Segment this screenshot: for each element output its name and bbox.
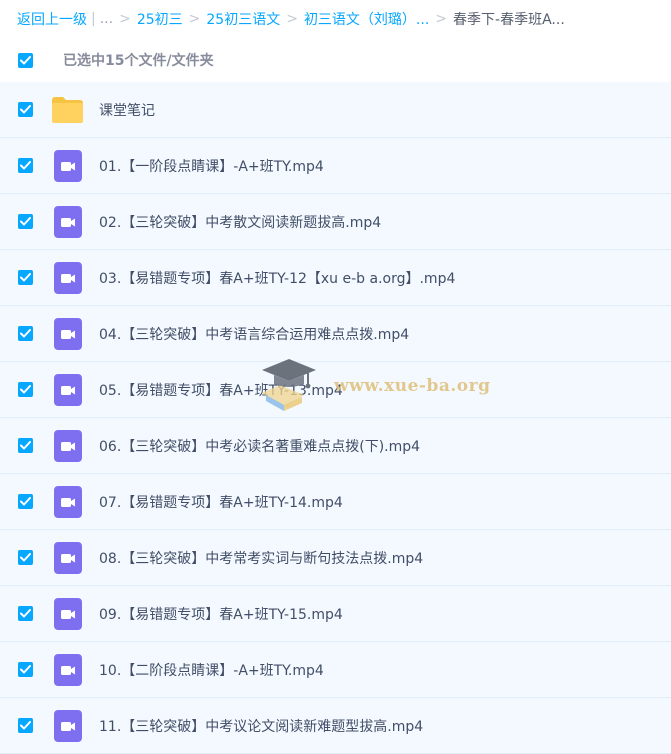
- video-icon: [51, 429, 84, 462]
- breadcrumb-divider: |: [91, 11, 96, 27]
- select-all-checkbox[interactable]: [18, 52, 33, 68]
- video-icon: [51, 541, 84, 574]
- video-icon: [51, 597, 84, 630]
- row-checkbox[interactable]: [18, 326, 33, 341]
- row-checkbox[interactable]: [18, 550, 33, 565]
- file-name: 07.【易错题专项】春A+班TY-14.mp4: [99, 494, 343, 511]
- check-icon: [20, 55, 31, 64]
- list-item-video[interactable]: 04.【三轮突破】中考语言综合运用难点点拨.mp4: [0, 306, 671, 362]
- file-list: 课堂笔记 01.【一阶段点睛课】-A+班TY.mp4 02.【三轮突破】中考散文…: [0, 82, 671, 754]
- check-icon: [20, 161, 31, 170]
- list-item-video[interactable]: 06.【三轮突破】中考必读名著重难点点拨(下).mp4: [0, 418, 671, 474]
- back-link[interactable]: 返回上一级: [17, 9, 87, 29]
- breadcrumb-ellipsis[interactable]: ...: [100, 11, 113, 27]
- file-name: 11.【三轮突破】中考议论文阅读新难题型拔高.mp4: [99, 718, 424, 735]
- file-name: 03.【易错题专项】春A+班TY-12【xu e-b a.org】.mp4: [99, 270, 456, 287]
- video-icon: [51, 653, 84, 686]
- check-icon: [20, 105, 31, 114]
- file-name: 06.【三轮突破】中考必读名著重难点点拨(下).mp4: [99, 438, 421, 455]
- file-name: 10.【二阶段点睛课】-A+班TY.mp4: [99, 662, 324, 679]
- row-checkbox[interactable]: [18, 158, 33, 173]
- breadcrumb-item-25-grade9-chinese[interactable]: 25初三语文: [206, 9, 280, 29]
- check-icon: [20, 665, 31, 674]
- breadcrumb-item-25-grade9[interactable]: 25初三: [137, 9, 183, 29]
- check-icon: [20, 329, 31, 338]
- selection-bar: 已选中15个文件/文件夹: [0, 38, 671, 82]
- video-icon: [51, 261, 84, 294]
- row-checkbox[interactable]: [18, 270, 33, 285]
- check-icon: [20, 553, 31, 562]
- file-name: 05.【易错题专项】春A+班TY-13.mp4: [99, 382, 343, 399]
- check-icon: [20, 273, 31, 282]
- breadcrumb-current: 春季下-春季班A...: [453, 12, 565, 28]
- list-item-video[interactable]: 07.【易错题专项】春A+班TY-14.mp4: [0, 474, 671, 530]
- chevron-right-icon: >: [435, 11, 448, 27]
- list-item-video[interactable]: 09.【易错题专项】春A+班TY-15.mp4: [0, 586, 671, 642]
- check-icon: [20, 497, 31, 506]
- video-icon: [51, 149, 84, 182]
- video-icon: [51, 317, 84, 350]
- row-checkbox[interactable]: [18, 718, 33, 733]
- breadcrumb-item-grade9-chinese-liulu[interactable]: 初三语文（刘璐）...: [304, 9, 429, 29]
- check-icon: [20, 609, 31, 618]
- file-name: 课堂笔记: [99, 102, 155, 119]
- row-checkbox[interactable]: [18, 438, 33, 453]
- video-icon: [51, 205, 84, 238]
- list-item-video[interactable]: 08.【三轮突破】中考常考实词与断句技法点拨.mp4: [0, 530, 671, 586]
- check-icon: [20, 217, 31, 226]
- selection-count: 已选中15个文件/文件夹: [63, 53, 214, 69]
- file-name: 02.【三轮突破】中考散文阅读新题拔高.mp4: [99, 214, 382, 231]
- list-item-video[interactable]: 01.【一阶段点睛课】-A+班TY.mp4: [0, 138, 671, 194]
- chevron-right-icon: >: [119, 11, 131, 27]
- video-icon: [51, 709, 84, 742]
- list-item-video[interactable]: 03.【易错题专项】春A+班TY-12【xu e-b a.org】.mp4: [0, 250, 671, 306]
- list-item-video[interactable]: 10.【二阶段点睛课】-A+班TY.mp4: [0, 642, 671, 698]
- file-name: 04.【三轮突破】中考语言综合运用难点点拨.mp4: [99, 326, 410, 343]
- file-name: 08.【三轮突破】中考常考实词与断句技法点拨.mp4: [99, 550, 424, 567]
- video-icon: [51, 485, 84, 518]
- file-name: 09.【易错题专项】春A+班TY-15.mp4: [99, 606, 343, 623]
- list-item-video[interactable]: 11.【三轮突破】中考议论文阅读新难题型拔高.mp4: [0, 698, 671, 754]
- row-checkbox[interactable]: [18, 214, 33, 229]
- list-item-folder[interactable]: 课堂笔记: [0, 82, 671, 138]
- chevron-right-icon: >: [188, 11, 201, 27]
- check-icon: [20, 441, 31, 450]
- file-name: 01.【一阶段点睛课】-A+班TY.mp4: [99, 158, 324, 175]
- row-checkbox[interactable]: [18, 382, 33, 397]
- row-checkbox[interactable]: [18, 606, 33, 621]
- check-icon: [20, 721, 31, 730]
- row-checkbox[interactable]: [18, 102, 33, 117]
- row-checkbox[interactable]: [18, 662, 33, 677]
- chevron-right-icon: >: [286, 11, 298, 27]
- breadcrumb: 返回上一级 | ... > 25初三 > 25初三语文 > 初三语文（刘璐）..…: [0, 0, 671, 38]
- video-icon: [51, 373, 84, 406]
- list-item-video[interactable]: 05.【易错题专项】春A+班TY-13.mp4: [0, 362, 671, 418]
- list-item-video[interactable]: 02.【三轮突破】中考散文阅读新题拔高.mp4: [0, 194, 671, 250]
- folder-icon: [51, 93, 84, 126]
- row-checkbox[interactable]: [18, 494, 33, 509]
- check-icon: [20, 385, 31, 394]
